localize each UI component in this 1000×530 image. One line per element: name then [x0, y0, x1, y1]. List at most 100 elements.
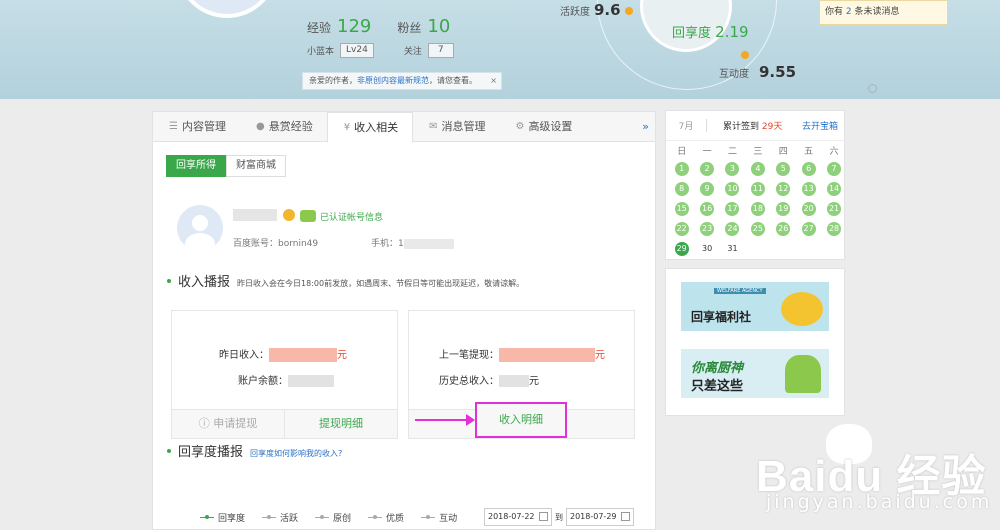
close-icon[interactable]: × — [490, 73, 497, 89]
calendar-day[interactable]: 6 — [796, 159, 821, 179]
chef-line1: 你离厨神 — [691, 361, 744, 376]
follow-label: 关注 — [403, 47, 422, 57]
withdraw-detail-button[interactable]: 提现明细 — [284, 410, 397, 438]
notice-prefix: 亲爱的作者， — [309, 76, 357, 85]
calendar-icon[interactable] — [621, 512, 630, 521]
calendar-day[interactable]: 15 — [669, 199, 694, 219]
calendar-day[interactable]: 25 — [745, 219, 770, 239]
chef-banner[interactable]: 你离厨神 只差这些 — [681, 349, 829, 398]
calendar-day[interactable]: 4 — [745, 159, 770, 179]
calendar-day[interactable]: 5 — [771, 159, 796, 179]
legend-item-interact[interactable]: 互动 — [421, 511, 457, 524]
calendar-day[interactable]: 14 — [821, 179, 846, 199]
tab-label: 高级设置 — [528, 120, 573, 133]
checked-day-icon: 25 — [750, 222, 765, 236]
calendar-day[interactable]: 7 — [821, 159, 846, 179]
legend-item-quality[interactable]: 优质 — [368, 511, 404, 524]
account-id: 百度账号：bornin49 — [233, 239, 319, 249]
calendar-day[interactable]: 28 — [821, 219, 846, 239]
calendar-day[interactable]: 24 — [720, 219, 745, 239]
yen-icon: ¥ — [343, 121, 351, 133]
legend-item-original[interactable]: 原创 — [315, 511, 351, 524]
apply-label: 申请提现 — [213, 417, 258, 430]
checked-day-icon: 26 — [776, 222, 791, 236]
checked-day-icon: 22 — [674, 222, 689, 236]
calendar-day[interactable]: 20 — [796, 199, 821, 219]
calendar-day[interactable]: 31 — [720, 239, 745, 259]
share-help-link[interactable]: 回享度如何影响我的收入? — [250, 448, 342, 459]
date-range: 2018-07-22 到 2018-07-29 — [484, 508, 634, 526]
mail-icon: ✉ — [429, 121, 438, 132]
open-treasure-link[interactable]: 去开宝箱 — [802, 119, 844, 132]
tab-label: 消息管理 — [441, 120, 486, 133]
calendar-day[interactable]: 27 — [796, 219, 821, 239]
tab-content[interactable]: ☰ 内容管理 — [153, 112, 240, 142]
checked-day-icon: 11 — [750, 182, 765, 196]
date-from-input[interactable]: 2018-07-22 — [484, 508, 552, 526]
coins-icon — [781, 292, 823, 326]
subtab-bar: 回享所得 财富商城 — [166, 155, 286, 177]
tab-reward[interactable]: ● 悬赏经验 — [240, 112, 327, 142]
share-stat: 回享度 2.19 — [672, 22, 749, 41]
share-section-header: 回享度播报 回享度如何影响我的收入? — [167, 441, 342, 460]
calendar-day[interactable]: 11 — [745, 179, 770, 199]
calendar-day[interactable]: 1 — [669, 159, 694, 179]
legend-item-share[interactable]: 回享度 — [200, 511, 245, 524]
calendar-day[interactable]: 19 — [771, 199, 796, 219]
calendar-day[interactable]: 22 — [669, 219, 694, 239]
tab-settings[interactable]: ⚙ 高级设置 — [499, 112, 586, 142]
checked-day-icon: 27 — [801, 222, 816, 236]
cursor-icon — [868, 84, 877, 93]
yesterday-income: 昨日收入： 元 — [219, 346, 347, 362]
checked-day-icon: 7 — [827, 162, 842, 176]
msg-prefix: 你有 — [825, 7, 844, 17]
checked-day-icon: 29 — [674, 242, 689, 256]
interact-dot — [741, 51, 749, 59]
unread-messages[interactable]: 你有 2 条未读消息 — [819, 0, 948, 25]
calendar-day[interactable]: 29 — [669, 239, 694, 259]
apply-withdraw-button[interactable]: ⓘ 申请提现 — [172, 410, 284, 438]
income-desc: 昨日收入会在今日18:00前发放，如遇周末、节假日等可能出现延迟，敬请谅解。 — [237, 279, 525, 288]
calendar-day[interactable]: 30 — [694, 239, 719, 259]
date-to-input[interactable]: 2018-07-29 — [566, 508, 634, 526]
tab-income[interactable]: ¥ 收入相关 — [326, 112, 414, 143]
calendar-day[interactable]: 26 — [771, 219, 796, 239]
last-label: 上一笔提现： — [439, 350, 499, 361]
profile-avatar[interactable] — [176, 0, 278, 18]
calendar-day[interactable]: 12 — [771, 179, 796, 199]
checked-day-icon: 13 — [801, 182, 816, 196]
exp-value: 129 — [337, 16, 372, 37]
subtab-wealth-mall[interactable]: 财富商城 — [226, 155, 286, 177]
verified-text[interactable]: 已认证帐号信息 — [320, 210, 383, 223]
calendar-header: 7月 累计签到 29天 去开宝箱 — [666, 111, 844, 141]
calendar-icon[interactable] — [539, 512, 548, 521]
tabs-more-button[interactable]: » — [642, 112, 649, 142]
follow-count[interactable]: 7 — [427, 43, 454, 58]
legend-label: 互动 — [439, 514, 458, 524]
calendar-day[interactable]: 16 — [694, 199, 719, 219]
chart-legend: 回享度 活跃 原创 优质 互动 — [200, 511, 457, 524]
legend-item-activity[interactable]: 活跃 — [262, 511, 298, 524]
subtab-share-income[interactable]: 回享所得 — [166, 155, 226, 177]
tab-messages[interactable]: ✉ 消息管理 — [413, 112, 499, 142]
calendar-day[interactable]: 9 — [694, 179, 719, 199]
calendar-day[interactable]: 8 — [669, 179, 694, 199]
calendar-day[interactable]: 10 — [720, 179, 745, 199]
calendar-day[interactable]: 21 — [821, 199, 846, 219]
calendar-day[interactable]: 2 — [694, 159, 719, 179]
exp-fans-row: 经验 129 粉丝 10 — [307, 16, 450, 37]
weekday-label: 四 — [778, 147, 788, 157]
checkin-count: 累计签到 29天 — [706, 119, 802, 132]
calendar-day[interactable]: 23 — [694, 219, 719, 239]
calendar-day[interactable]: 13 — [796, 179, 821, 199]
calendar-day[interactable]: 18 — [745, 199, 770, 219]
income-detail-button[interactable]: 收入明细 — [475, 402, 567, 438]
last-withdraw: 上一笔提现： 元 — [439, 346, 605, 362]
notice-link[interactable]: 非原创内容最新规范 — [357, 76, 429, 85]
welfare-banner[interactable]: WELFARE AGENCY 回享福利社 — [681, 282, 829, 331]
notice-bar: 亲爱的作者，非原创内容最新规范，请您查看。 × — [302, 72, 502, 90]
user-avatar[interactable] — [177, 205, 223, 251]
calendar-day[interactable]: 17 — [720, 199, 745, 219]
last-unit: 元 — [595, 350, 605, 361]
calendar-day[interactable]: 3 — [720, 159, 745, 179]
